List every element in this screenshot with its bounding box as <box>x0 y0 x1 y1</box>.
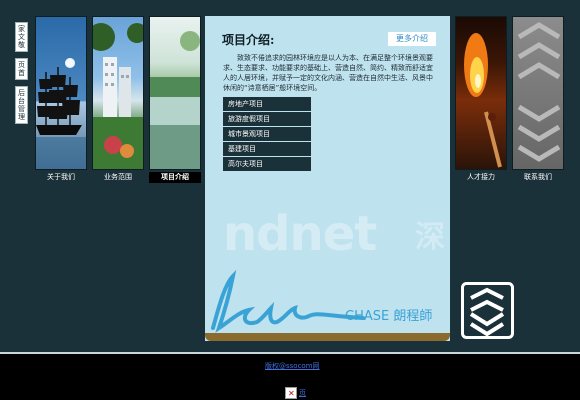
brand-name: CHASE 朗程師 <box>345 309 433 324</box>
vnav-item-admin[interactable]: 后台管理 <box>15 86 28 124</box>
company-logo-icon <box>461 282 514 339</box>
vnav-label: 家文敬 <box>18 25 25 49</box>
vertical-nav: 家文敬 页首 后台管理 <box>15 22 28 130</box>
watermark-cn-text: 深 <box>415 220 445 255</box>
project-intro-image[interactable] <box>149 16 201 170</box>
nav-contact[interactable]: 联系我们 <box>512 172 564 183</box>
footer-page-link[interactable]: 页 <box>299 388 306 398</box>
building-garden-picture <box>93 23 143 169</box>
vnav-item-homepage[interactable]: 页首 <box>15 58 28 80</box>
nav-business-scope[interactable]: 业务范围 <box>92 172 144 183</box>
logo-pattern-picture <box>517 22 561 162</box>
talent-image[interactable] <box>455 16 507 170</box>
about-us-image[interactable] <box>35 16 87 170</box>
panel-footer-bar <box>205 333 450 341</box>
panel-description: 致致不倦追求的园林环境应是以人为本、在满足整个环境景观要求、生态要求、功能要求的… <box>223 54 433 92</box>
project-item-real-estate[interactable]: 房地产项目 <box>223 97 311 111</box>
vnav-label: 页首 <box>18 61 25 77</box>
vnav-label: 后台管理 <box>18 89 25 121</box>
project-list: 房地产项目 旅游度假项目 城市景观项目 基建项目 高尔夫项目 <box>223 97 311 172</box>
watermark-text: ndnet <box>223 206 377 262</box>
business-scope-image[interactable] <box>92 16 144 170</box>
nav-about-us[interactable]: 关于我们 <box>35 172 87 183</box>
nav-talent[interactable]: 人才接力 <box>455 172 507 183</box>
nav-project-intro[interactable]: 项目介绍 <box>149 172 201 183</box>
burning-match-picture <box>464 33 502 168</box>
signature-graphic <box>211 269 365 333</box>
lake-park-picture <box>150 31 200 169</box>
project-item-urban-landscape[interactable]: 城市景观项目 <box>223 127 311 141</box>
more-intro-button[interactable]: 更多介绍 <box>388 32 436 46</box>
close-icon: ✕ <box>288 389 295 398</box>
copyright-link[interactable]: 版权@ssocom网 <box>265 361 320 371</box>
panel-title: 项目介绍: <box>222 33 275 47</box>
page-stage: 家文敬 页首 后台管理 关于我们 业务范围 项目介绍 人才接力 联系我们 项目介… <box>0 0 580 352</box>
contact-image[interactable] <box>512 16 564 170</box>
vnav-item-home-text[interactable]: 家文敬 <box>15 22 28 52</box>
broken-image-icon[interactable]: ✕ <box>285 387 297 399</box>
project-item-golf[interactable]: 高尔夫项目 <box>223 157 311 171</box>
sailing-ship-picture <box>36 58 86 169</box>
project-intro-panel: 项目介绍: 更多介绍 致致不倦追求的园林环境应是以人为本、在满足整个环境景观要求… <box>205 16 450 341</box>
project-item-infrastructure[interactable]: 基建项目 <box>223 142 311 156</box>
project-item-resort[interactable]: 旅游度假项目 <box>223 112 311 126</box>
